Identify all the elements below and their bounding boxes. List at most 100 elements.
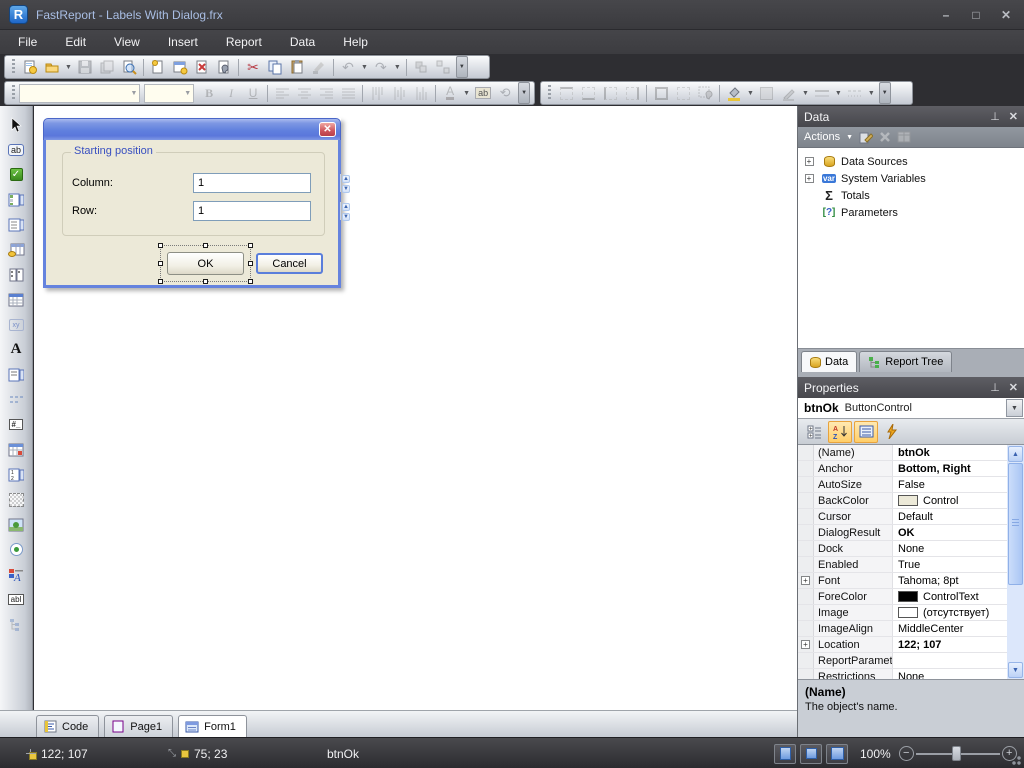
toolbar-grip[interactable] [12,85,15,101]
fill-style-button[interactable] [756,83,778,104]
property-value[interactable]: None [893,669,1024,679]
save-all-button[interactable] [96,57,118,78]
page-setup-button[interactable] [213,57,235,78]
property-value[interactable]: True [893,557,1024,572]
property-row[interactable]: BackColor Control [798,493,1024,509]
maximize-button[interactable]: □ [968,8,984,22]
pointer-tool[interactable] [3,112,29,137]
scrollbar-thumb[interactable] [1008,463,1023,585]
actions-menu[interactable]: Actions [804,131,840,143]
tree-item[interactable]: + var System Variables [798,170,1024,187]
row-updown[interactable]: ▲▼ [193,201,311,221]
no-borders-button[interactable] [672,83,694,104]
property-name[interactable]: Font [814,573,893,588]
column-updown[interactable]: ▲▼ [193,173,311,193]
property-row[interactable]: + Location 122; 107 [798,637,1024,653]
tab-report-tree[interactable]: Report Tree [859,351,952,372]
radiobutton-control-tool[interactable] [3,537,29,562]
property-row[interactable]: ImageAlign MiddleCenter [798,621,1024,637]
format-painter-button[interactable] [308,57,330,78]
property-row[interactable]: ForeColor ControlText [798,589,1024,605]
actions-dropdown-icon[interactable]: ▼ [846,134,853,141]
view-continuous-button[interactable] [800,744,822,764]
property-row[interactable]: DialogResult OK [798,525,1024,541]
menu-file[interactable]: File [4,32,51,52]
picturebox-control-tool[interactable] [3,512,29,537]
open-button[interactable] [41,57,63,78]
spin-up-icon[interactable]: ▲ [342,175,350,183]
tree-item[interactable]: [?] Parameters [798,204,1024,221]
menu-insert[interactable]: Insert [154,32,212,52]
property-name[interactable]: ImageAlign [814,621,893,636]
datetimepicker-control-tool[interactable] [3,437,29,462]
property-value[interactable]: Control [893,493,1024,508]
toolbar-overflow-button[interactable]: ▼ [879,82,891,104]
grid-dots-tool[interactable] [3,387,29,412]
fill-color-button[interactable] [723,83,745,104]
new-report-button[interactable] [19,57,41,78]
view-data-button[interactable] [897,131,911,143]
align-left-button[interactable] [271,83,293,104]
property-value[interactable]: OK [893,525,1024,540]
dialog-title-bar[interactable]: ✕ [43,118,341,140]
edit-item-button[interactable] [859,131,873,144]
border-bottom-button[interactable] [577,83,599,104]
column-input[interactable] [194,174,340,192]
property-value[interactable]: False [893,477,1024,492]
expand-icon[interactable]: + [801,640,810,649]
close-panel-icon[interactable]: ✕ [1009,110,1018,123]
alphabetical-sort-button[interactable]: AZ [828,421,852,443]
richtext-control-tool[interactable]: A [3,562,29,587]
selection-handle[interactable] [158,243,163,248]
zoom-slider[interactable] [916,753,1000,755]
property-name[interactable]: ForeColor [814,589,893,604]
scroll-down-icon[interactable]: ▼ [1008,662,1023,678]
view-single-page-button[interactable] [774,744,796,764]
dialog-body[interactable]: Starting position Column: ▲▼ Row: ▲▼ [43,140,341,288]
property-row[interactable]: Restrictions None [798,669,1024,679]
property-value[interactable]: Bottom, Right [893,461,1024,476]
view-facing-button[interactable] [826,744,848,764]
row-spinner[interactable]: ▲▼ [340,202,351,220]
property-row[interactable]: + Font Tahoma; 8pt [798,573,1024,589]
selection-handle[interactable] [248,279,253,284]
text-color-button[interactable]: A [439,83,461,104]
categorized-view-button[interactable]: ++ [802,421,826,443]
property-name[interactable]: (Name) [814,445,893,460]
align-middle-button[interactable] [388,83,410,104]
property-name[interactable]: ReportParamet [814,653,893,668]
tab-form1[interactable]: Form1 [178,715,247,737]
border-left-button[interactable] [599,83,621,104]
minimize-button[interactable]: – [938,8,954,22]
menu-help[interactable]: Help [329,32,382,52]
column-spinner[interactable]: ▲▼ [340,174,351,192]
pin-icon[interactable]: ⊥ [990,110,1000,123]
line-color-dropdown[interactable]: ▼ [800,90,811,97]
menu-data[interactable]: Data [276,32,329,52]
property-name[interactable]: Anchor [814,461,893,476]
property-name[interactable]: BackColor [814,493,893,508]
row-label[interactable]: Row: [72,205,97,217]
maskedtextbox-control-tool[interactable]: #_ [3,412,29,437]
property-name[interactable]: Cursor [814,509,893,524]
rotate-text-button[interactable]: ⟲ [494,83,516,104]
property-row[interactable]: Image (отсутствует) [798,605,1024,621]
new-page-button[interactable] [147,57,169,78]
property-value[interactable]: (отсутствует) [893,605,1024,620]
line-style-dropdown[interactable]: ▼ [866,90,877,97]
text-color-dropdown[interactable]: ▼ [461,90,472,97]
bold-button[interactable]: B [198,83,220,104]
resize-grip[interactable] [1009,753,1021,765]
property-name[interactable]: Dock [814,541,893,556]
align-center-button[interactable] [293,83,315,104]
column-label[interactable]: Column: [72,177,113,189]
zoom-slider-thumb[interactable] [952,746,961,761]
open-dropdown[interactable]: ▼ [63,64,74,71]
fill-color-dropdown[interactable]: ▼ [745,90,756,97]
expand-icon[interactable]: + [805,174,814,183]
menu-report[interactable]: Report [212,32,276,52]
listbox-control-tool[interactable] [3,362,29,387]
property-row[interactable]: Anchor Bottom, Right [798,461,1024,477]
menu-edit[interactable]: Edit [51,32,100,52]
property-row[interactable]: (Name) btnOk [798,445,1024,461]
